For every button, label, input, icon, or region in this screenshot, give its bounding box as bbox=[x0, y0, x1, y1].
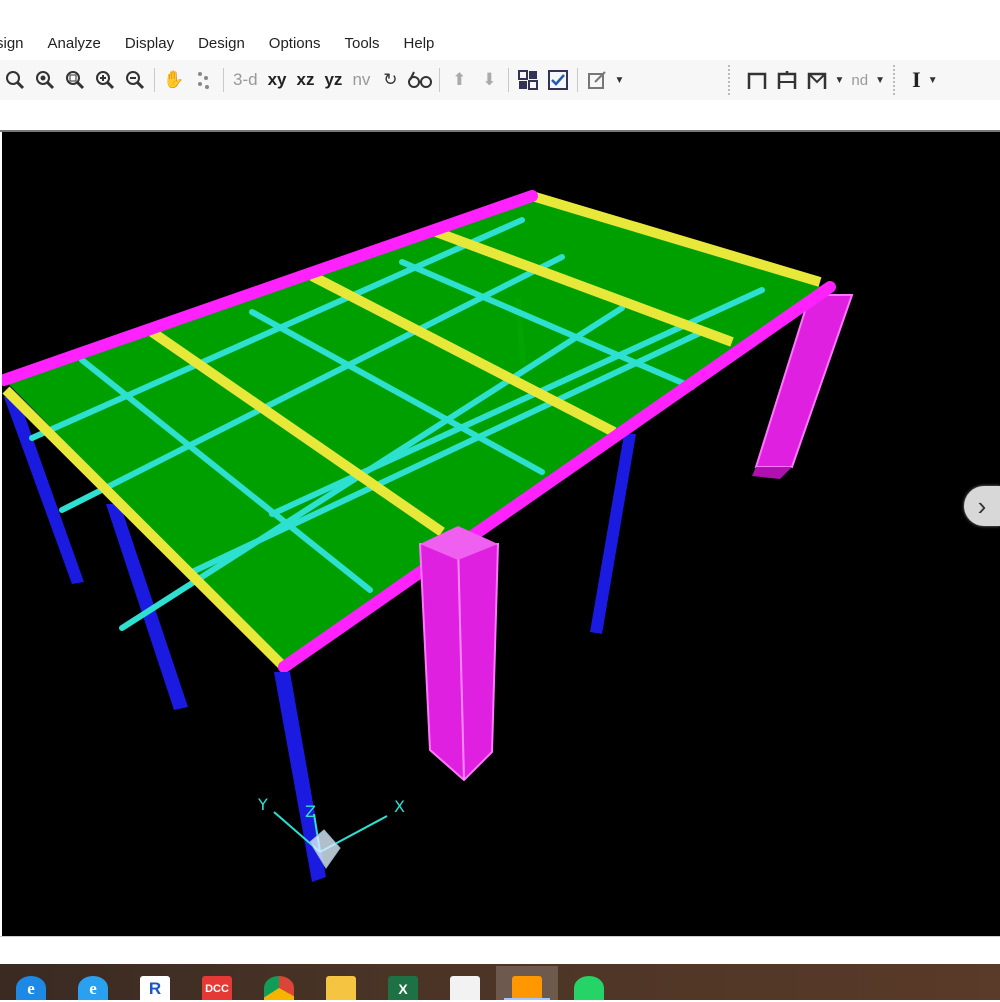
taskbar-photos[interactable] bbox=[434, 966, 496, 1000]
zoom-out-icon[interactable] bbox=[120, 65, 150, 95]
draw-wall-icon[interactable] bbox=[802, 65, 832, 95]
menu-options[interactable]: Options bbox=[257, 35, 333, 52]
axis-triad: Y Z X bbox=[257, 795, 405, 869]
view-yz-button[interactable]: yz bbox=[319, 70, 347, 90]
main-toolbar: ✋ 3-d xy xz yz nv ↻ ⬆ ⬇ ▼ ▼ nd ▼ I ▼ bbox=[0, 60, 1000, 101]
view-nv-button[interactable]: nv bbox=[347, 70, 375, 90]
axis-y-label: Y bbox=[257, 795, 268, 814]
structure-drawing: Y Z X bbox=[2, 190, 854, 882]
toolbar-separator bbox=[439, 68, 441, 92]
toolbar-separator bbox=[223, 68, 224, 92]
nd-label[interactable]: nd bbox=[846, 72, 873, 89]
menu-tools[interactable]: Tools bbox=[333, 35, 392, 52]
chevron-down-icon[interactable]: ▼ bbox=[873, 65, 887, 95]
taskbar-ie[interactable]: e bbox=[62, 966, 124, 1000]
model-tab-strip bbox=[0, 100, 1000, 132]
move-up-icon[interactable]: ⬆ bbox=[444, 65, 474, 95]
toolbar-grip bbox=[893, 65, 901, 95]
edge-icon: e bbox=[16, 976, 46, 1000]
taskbar-etabs[interactable] bbox=[496, 966, 558, 1000]
wall-pier-back-base bbox=[752, 467, 792, 479]
chevron-down-icon[interactable]: ▼ bbox=[926, 65, 940, 95]
pan-hand-icon[interactable]: ✋ bbox=[159, 65, 189, 95]
windows-taskbar: e e R DCC X bbox=[0, 964, 1000, 1000]
view-xz-button[interactable]: xz bbox=[292, 70, 320, 90]
zoom-window-icon[interactable] bbox=[0, 65, 30, 95]
perspective-glasses-icon[interactable] bbox=[405, 65, 435, 95]
taskbar-chrome[interactable] bbox=[248, 966, 310, 1000]
draw-brace-icon[interactable] bbox=[772, 65, 802, 95]
dcc-icon: DCC bbox=[202, 976, 232, 1000]
etabs-icon bbox=[512, 976, 542, 1000]
chevron-down-icon[interactable]: ▼ bbox=[612, 65, 626, 95]
view-3d-button[interactable]: 3-d bbox=[228, 70, 263, 90]
axis-x-label: X bbox=[394, 797, 405, 816]
next-arrow-button[interactable]: › bbox=[964, 486, 1000, 526]
toolbar-separator bbox=[508, 68, 510, 92]
axis-z-label: Z bbox=[305, 802, 316, 821]
rotate-icon[interactable]: ↻ bbox=[375, 65, 405, 95]
photos-icon bbox=[450, 976, 480, 1000]
menu-help[interactable]: Help bbox=[392, 35, 447, 52]
view-xy-button[interactable]: xy bbox=[263, 70, 292, 90]
check-model-icon[interactable] bbox=[543, 65, 573, 95]
file-explorer-icon bbox=[326, 976, 356, 1000]
toolbar-separator bbox=[577, 68, 579, 92]
section-i-icon[interactable]: I bbox=[907, 67, 926, 93]
model-3d-viewport[interactable]: Y Z X bbox=[2, 132, 1000, 936]
taskbar-edge[interactable]: e bbox=[0, 966, 62, 1000]
zoom-in-icon[interactable] bbox=[90, 65, 120, 95]
pointer-dots-icon[interactable] bbox=[189, 65, 219, 95]
menu-analyze[interactable]: Analyze bbox=[36, 35, 113, 52]
taskbar-excel[interactable]: X bbox=[372, 966, 434, 1000]
zoom-fit-icon[interactable] bbox=[60, 65, 90, 95]
excel-icon: X bbox=[388, 976, 418, 1000]
menu-design-2[interactable]: Design bbox=[186, 35, 257, 52]
chevron-down-icon[interactable]: ▼ bbox=[832, 65, 846, 95]
toolbar-separator bbox=[154, 68, 155, 92]
window-top-area bbox=[0, 0, 1000, 26]
move-down-icon[interactable]: ⬇ bbox=[474, 65, 504, 95]
taskbar-dcc[interactable]: DCC bbox=[186, 966, 248, 1000]
chrome-icon bbox=[264, 976, 294, 1000]
draw-frame-icon[interactable] bbox=[742, 65, 772, 95]
menu-design[interactable]: sign bbox=[0, 35, 36, 52]
taskbar-revit[interactable]: R bbox=[124, 966, 186, 1000]
zoom-restore-icon[interactable] bbox=[30, 65, 60, 95]
taskbar-file-explorer[interactable] bbox=[310, 966, 372, 1000]
ie-icon: e bbox=[78, 976, 108, 1000]
draw-tools-icon[interactable] bbox=[582, 65, 612, 95]
object-display-icon[interactable] bbox=[513, 65, 543, 95]
menu-display[interactable]: Display bbox=[113, 35, 186, 52]
revit-icon: R bbox=[140, 976, 170, 1000]
column-right-mid bbox=[590, 434, 636, 634]
toolbar-grip bbox=[728, 65, 736, 95]
menu-bar: sign Analyze Display Design Options Tool… bbox=[0, 26, 1000, 60]
whatsapp-icon bbox=[574, 976, 604, 1000]
status-area bbox=[0, 936, 1000, 965]
taskbar-whatsapp[interactable] bbox=[558, 966, 620, 1000]
